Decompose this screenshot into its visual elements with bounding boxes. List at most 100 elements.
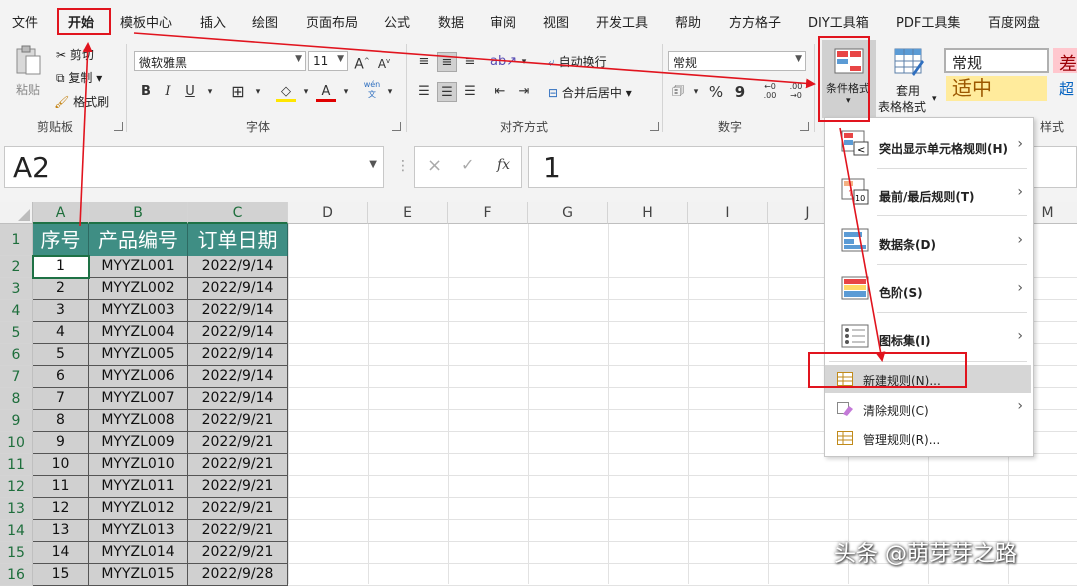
decrease-decimal-icon[interactable]: .00 →0 bbox=[786, 82, 806, 102]
chevron-down-icon[interactable]: ▾ bbox=[380, 82, 400, 102]
format-painter-button[interactable]: 🖌 格式刷 bbox=[54, 93, 109, 110]
header-cell-product-code[interactable]: 产品编号 bbox=[89, 224, 188, 256]
paste-button[interactable]: 粘贴 bbox=[10, 44, 46, 104]
table-cell[interactable]: 2022/9/14 bbox=[188, 388, 288, 410]
column-header-c[interactable]: C bbox=[188, 202, 288, 224]
chevron-down-icon[interactable]: ▾ bbox=[686, 82, 706, 102]
column-header-b[interactable]: B bbox=[89, 202, 188, 224]
table-cell[interactable]: MYYZL010 bbox=[89, 454, 188, 476]
chevron-down-icon[interactable]: ▾ bbox=[514, 52, 534, 72]
row-header-2[interactable]: 2 bbox=[0, 256, 33, 278]
font-size-select[interactable]: 11 ▼ bbox=[308, 51, 348, 71]
table-cell[interactable]: 3 bbox=[33, 300, 89, 322]
table-cell[interactable]: 4 bbox=[33, 322, 89, 344]
tab-review[interactable]: 审阅 bbox=[490, 12, 516, 31]
table-cell[interactable]: 2022/9/14 bbox=[188, 322, 288, 344]
table-cell[interactable]: 2022/9/21 bbox=[188, 410, 288, 432]
menu-item-color-scales[interactable]: 色阶(S) › bbox=[825, 266, 1031, 312]
menu-item-highlight-rules[interactable]: < 突出显示单元格规则(H) › bbox=[825, 122, 1031, 168]
merge-center-button[interactable]: ⊟ 合并后居中 ▾ bbox=[548, 84, 632, 101]
fill-color-icon[interactable]: ◇ bbox=[276, 82, 296, 102]
bold-button[interactable]: B bbox=[136, 82, 156, 102]
italic-button[interactable]: I bbox=[158, 82, 178, 102]
increase-decimal-icon[interactable]: ←0.00 bbox=[760, 82, 780, 102]
resize-handle-icon[interactable]: ⋮ bbox=[396, 158, 410, 174]
row-header-14[interactable]: 14 bbox=[0, 520, 33, 542]
number-launcher-icon[interactable] bbox=[800, 122, 809, 131]
clipboard-launcher-icon[interactable] bbox=[114, 122, 123, 131]
table-cell[interactable]: 2022/9/21 bbox=[188, 498, 288, 520]
menu-item-clear-rules[interactable]: 清除规则(C) › bbox=[825, 395, 1031, 423]
table-cell[interactable]: 11 bbox=[33, 476, 89, 498]
table-cell[interactable]: MYYZL008 bbox=[89, 410, 188, 432]
header-cell-order-date[interactable]: 订单日期 bbox=[188, 224, 288, 256]
table-cell[interactable]: 9 bbox=[33, 432, 89, 454]
table-cell[interactable]: MYYZL006 bbox=[89, 366, 188, 388]
row-header-5[interactable]: 5 bbox=[0, 322, 33, 344]
table-cell[interactable]: MYYZL002 bbox=[89, 278, 188, 300]
table-cell[interactable]: 2 bbox=[33, 278, 89, 300]
tab-diy-toolbox[interactable]: DIY工具箱 bbox=[808, 12, 869, 31]
chevron-down-icon[interactable]: ▾ bbox=[200, 82, 220, 102]
align-middle-icon[interactable]: ≡ bbox=[437, 52, 457, 72]
table-cell[interactable]: 2022/9/21 bbox=[188, 542, 288, 564]
column-header-g[interactable]: G bbox=[528, 202, 608, 224]
table-cell[interactable]: MYYZL012 bbox=[89, 498, 188, 520]
column-header-a[interactable]: A bbox=[33, 202, 89, 224]
row-header-10[interactable]: 10 bbox=[0, 432, 33, 454]
cut-button[interactable]: ✂ 剪切 bbox=[56, 46, 94, 63]
table-cell[interactable]: 2022/9/14 bbox=[188, 256, 288, 278]
row-header-7[interactable]: 7 bbox=[0, 366, 33, 388]
style-bad[interactable]: 差 bbox=[1053, 48, 1077, 73]
row-header-4[interactable]: 4 bbox=[0, 300, 33, 322]
tab-draw[interactable]: 绘图 bbox=[252, 12, 278, 31]
tab-template-center[interactable]: 模板中心 bbox=[120, 12, 172, 31]
table-cell[interactable]: 2022/9/14 bbox=[188, 366, 288, 388]
table-cell[interactable]: 10 bbox=[33, 454, 89, 476]
table-cell[interactable]: MYYZL004 bbox=[89, 322, 188, 344]
table-cell[interactable]: 14 bbox=[33, 542, 89, 564]
column-header-e[interactable]: E bbox=[368, 202, 448, 224]
decrease-indent-icon[interactable]: ⇤ bbox=[490, 82, 510, 102]
table-cell[interactable]: 7 bbox=[33, 388, 89, 410]
table-cell[interactable]: 8 bbox=[33, 410, 89, 432]
column-header-h[interactable]: H bbox=[608, 202, 688, 224]
wrap-text-button[interactable]: ⤶ 自动换行 bbox=[548, 53, 607, 70]
table-cell[interactable]: 5 bbox=[33, 344, 89, 366]
table-cell[interactable]: 2022/9/14 bbox=[188, 344, 288, 366]
accounting-format-icon[interactable]: 🗊 bbox=[668, 82, 688, 102]
table-cell[interactable]: MYYZL011 bbox=[89, 476, 188, 498]
row-header-3[interactable]: 3 bbox=[0, 278, 33, 300]
borders-icon[interactable]: ⊞ bbox=[228, 82, 248, 102]
chevron-down-icon[interactable]: ▾ bbox=[932, 94, 937, 104]
row-header-11[interactable]: 11 bbox=[0, 454, 33, 476]
chevron-down-icon[interactable]: ▾ bbox=[296, 82, 316, 102]
tab-file[interactable]: 文件 bbox=[12, 12, 38, 31]
menu-item-top-bottom-rules[interactable]: ↑ 10 最前/最后规则(T) › bbox=[825, 170, 1031, 216]
insert-function-icon[interactable]: fx bbox=[497, 157, 510, 173]
table-cell[interactable]: 13 bbox=[33, 520, 89, 542]
tab-baidu-disk[interactable]: 百度网盘 bbox=[988, 12, 1040, 31]
align-center-icon[interactable]: ☰ bbox=[437, 82, 457, 102]
column-header-d[interactable]: D bbox=[288, 202, 368, 224]
tab-developer[interactable]: 开发工具 bbox=[596, 12, 648, 31]
font-launcher-icon[interactable] bbox=[392, 122, 401, 131]
table-cell[interactable]: 2022/9/14 bbox=[188, 300, 288, 322]
style-neutral[interactable]: 适中 bbox=[946, 76, 1047, 101]
table-cell[interactable]: MYYZL005 bbox=[89, 344, 188, 366]
table-cell[interactable]: 2022/9/14 bbox=[188, 278, 288, 300]
tab-data[interactable]: 数据 bbox=[438, 12, 464, 31]
increase-indent-icon[interactable]: ⇥ bbox=[514, 82, 534, 102]
font-color-icon[interactable]: A bbox=[316, 82, 336, 102]
tab-fangfang[interactable]: 方方格子 bbox=[729, 12, 781, 31]
align-left-icon[interactable]: ☰ bbox=[414, 82, 434, 102]
row-header-13[interactable]: 13 bbox=[0, 498, 33, 520]
table-cell[interactable]: 2022/9/21 bbox=[188, 454, 288, 476]
tab-page-layout[interactable]: 页面布局 bbox=[306, 12, 358, 31]
cancel-icon[interactable]: × bbox=[427, 155, 442, 176]
alignment-launcher-icon[interactable] bbox=[650, 122, 659, 131]
copy-button[interactable]: ⧉ 复制 ▾ bbox=[56, 69, 102, 86]
style-normal[interactable]: 常规 bbox=[944, 48, 1049, 73]
column-header-f[interactable]: F bbox=[448, 202, 528, 224]
row-header-8[interactable]: 8 bbox=[0, 388, 33, 410]
